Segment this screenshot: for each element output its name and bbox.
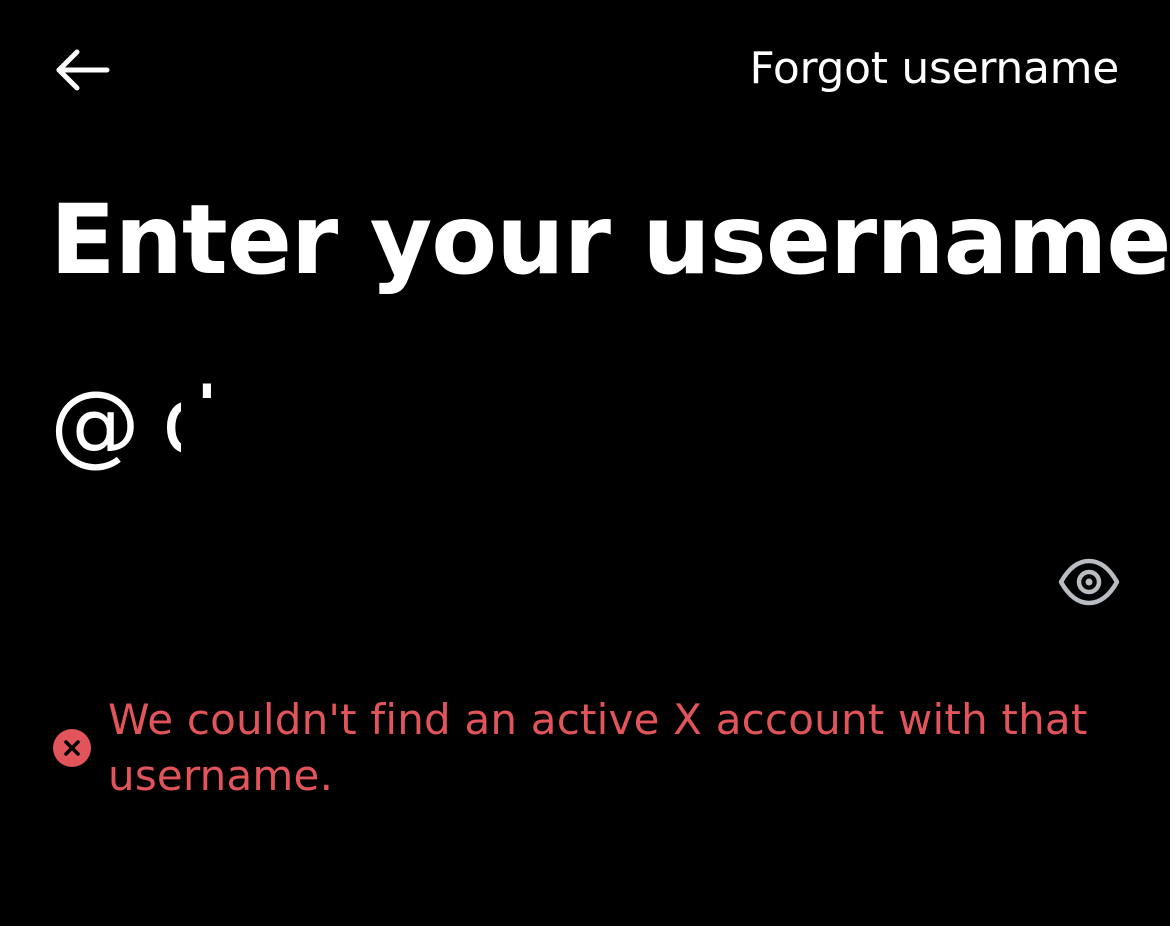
eye-icon (1058, 557, 1120, 611)
arrow-left-icon (55, 48, 111, 92)
error-message: We couldn't find an active X account wit… (108, 695, 1088, 800)
forgot-username-link[interactable]: Forgot username (749, 42, 1119, 96)
username-prefix: @ (50, 372, 140, 477)
page-title: Enter your username (50, 184, 1170, 296)
back-button[interactable] (52, 40, 114, 100)
show-password-toggle[interactable] (1056, 556, 1122, 612)
username-field[interactable]: @ (50, 360, 1120, 524)
username-input[interactable] (162, 366, 1062, 476)
error-x-icon (52, 728, 92, 768)
